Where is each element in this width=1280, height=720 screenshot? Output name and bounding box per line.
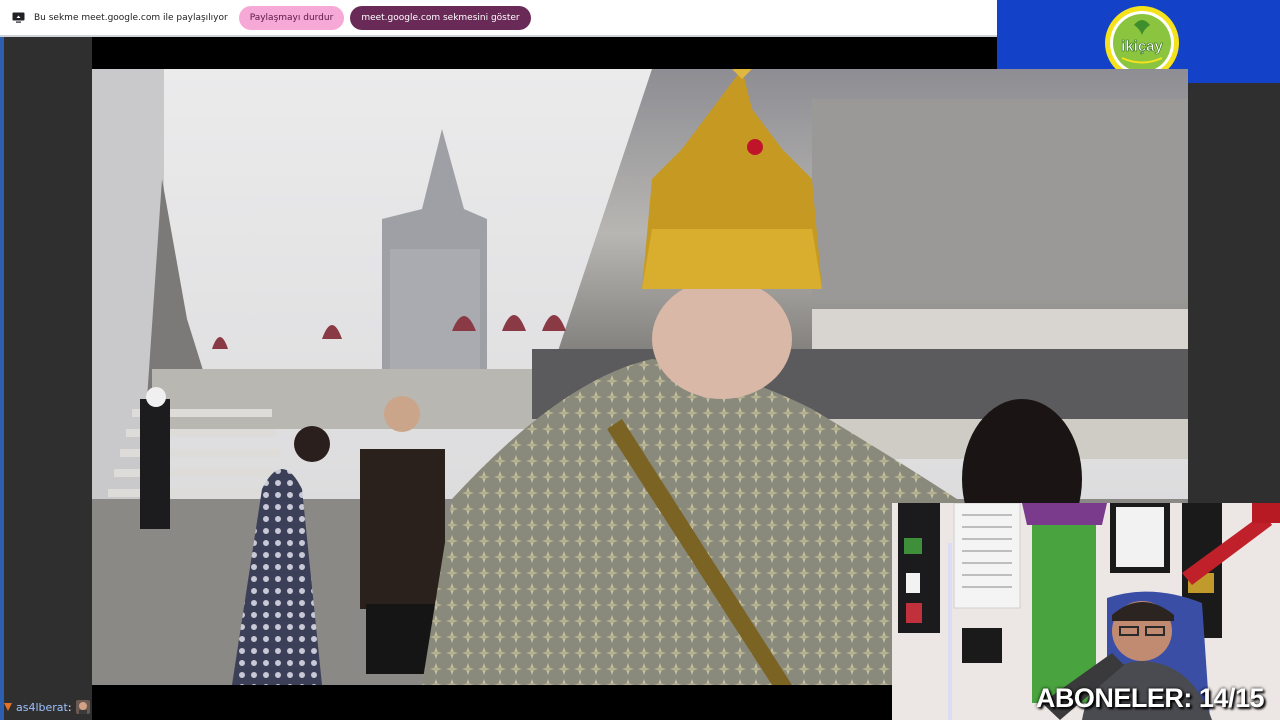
subscriber-counter: ABONELER: 14/15 <box>1035 683 1265 713</box>
share-message: Bu sekme meet.google.com ile paylaşılıyo… <box>34 12 228 23</box>
screen-share-icon <box>11 12 25 24</box>
user-badge-icon <box>3 702 13 712</box>
video-letterbox-bottom <box>92 685 892 720</box>
tab-share-bar: Bu sekme meet.google.com ile paylaşılıyo… <box>0 0 997 37</box>
logo-brand-text: ikiçay <box>1121 38 1163 55</box>
show-meet-tab-button[interactable]: meet.google.com sekmesini göster <box>350 5 531 30</box>
chat-separator: : <box>67 700 72 714</box>
window-edge <box>0 37 4 720</box>
stream-page: Bu sekme meet.google.com ile paylaşılıyo… <box>0 0 1280 720</box>
video-letterbox-top <box>92 37 997 69</box>
stop-sharing-button[interactable]: Paylaşmayı durdur <box>238 5 345 30</box>
chat-message: as4lberat : <box>3 699 90 715</box>
right-background <box>1188 83 1280 503</box>
chat-username[interactable]: as4lberat <box>16 701 68 714</box>
user-avatar-icon <box>75 700 90 714</box>
streamer-webcam: ABONELER: 14/15 <box>892 503 1280 720</box>
left-background <box>0 37 92 720</box>
